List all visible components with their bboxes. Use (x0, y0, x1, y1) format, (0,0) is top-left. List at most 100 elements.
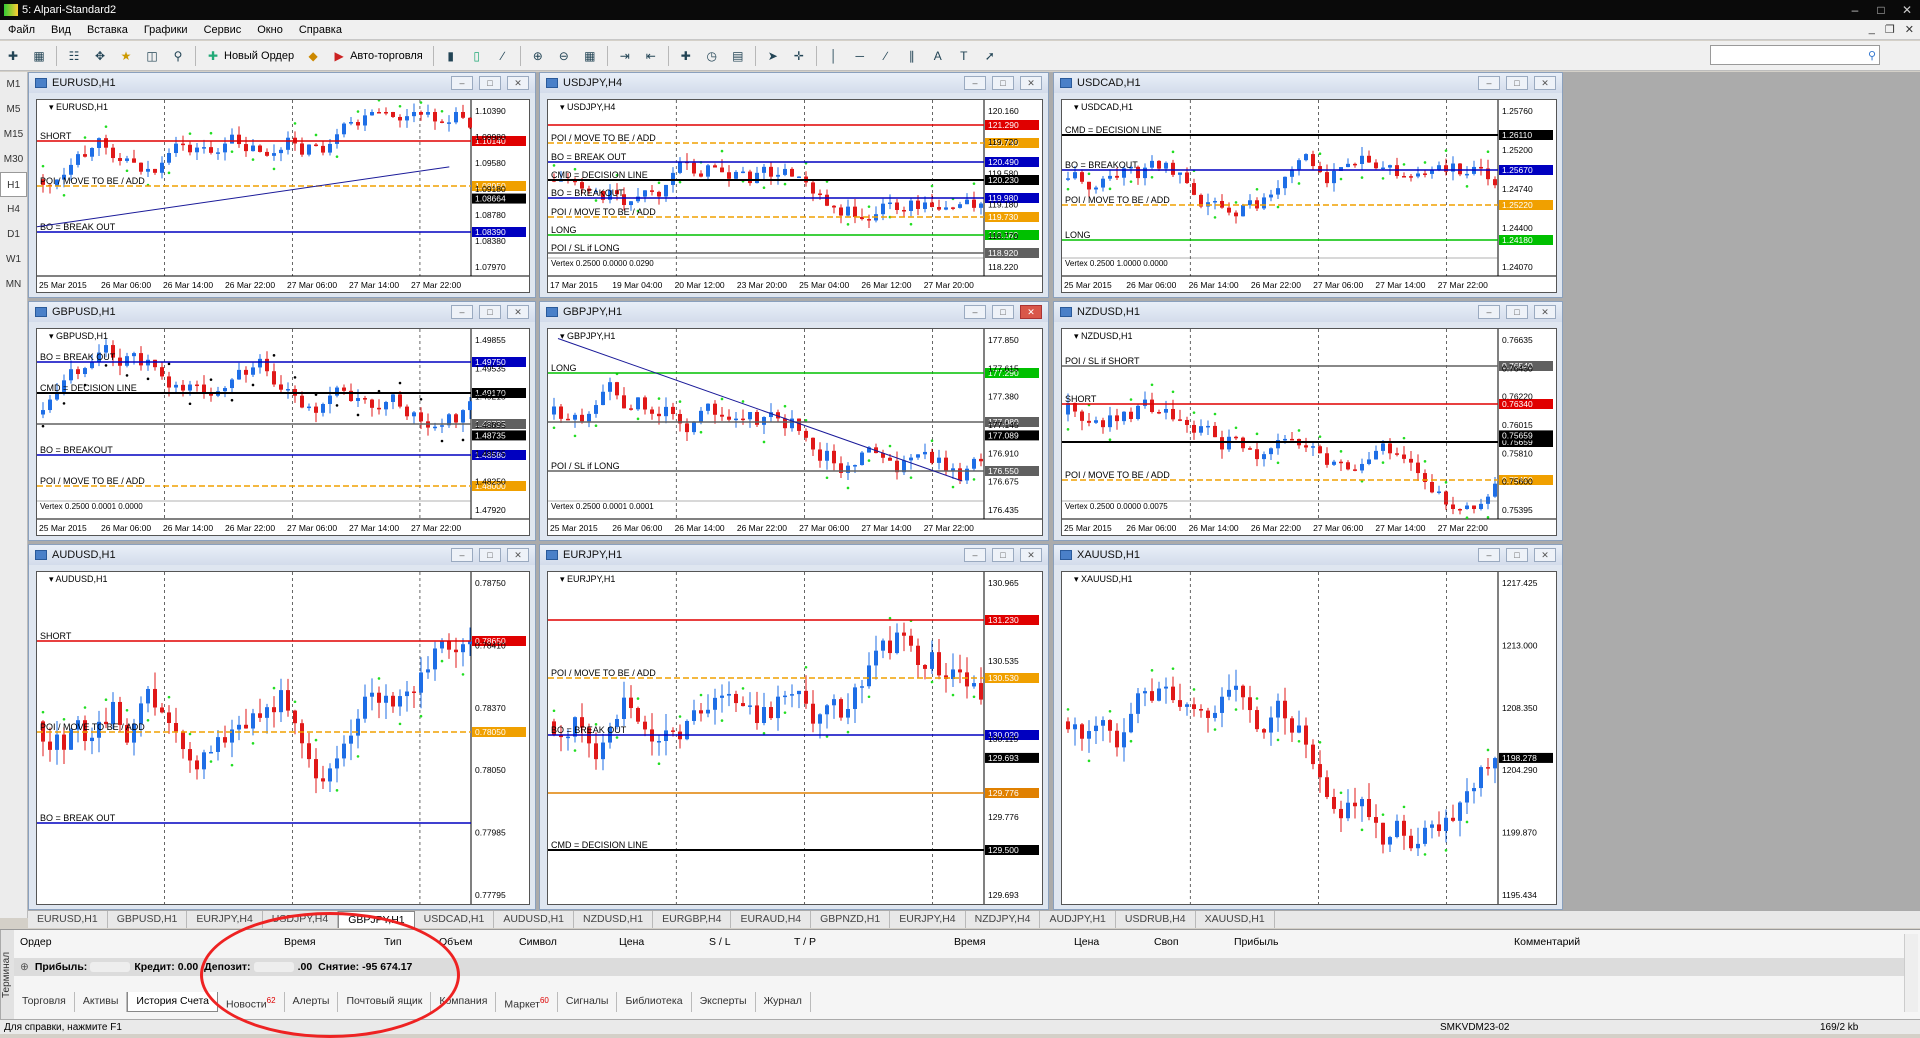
chart-tab-6[interactable]: AUDUSD,H1 (494, 911, 575, 928)
text-icon[interactable]: A (927, 45, 949, 67)
chart-close-button[interactable]: ✕ (1534, 305, 1556, 319)
crosshair-icon[interactable]: ✛ (788, 45, 810, 67)
terminal-column-5[interactable]: Цена (619, 936, 644, 948)
chart-minimize-button[interactable]: – (451, 76, 473, 90)
terminal-tab-9[interactable]: Библиотека (617, 992, 692, 1012)
terminal-column-10[interactable]: Своп (1154, 936, 1179, 948)
chart-minimize-button[interactable]: – (1478, 305, 1500, 319)
chart-window-0[interactable]: EURUSD,H1 – □ ✕ SHORT 1.10140 POI / MOVE TO BE… (28, 72, 536, 298)
terminal-tab-6[interactable]: Компания (431, 992, 497, 1012)
chart-maximize-button[interactable]: □ (992, 305, 1014, 319)
chart-minimize-button[interactable]: – (451, 305, 473, 319)
menu-item-5[interactable]: Окно (249, 24, 291, 36)
terminal-tab-10[interactable]: Эксперты (692, 992, 756, 1012)
chart-tab-1[interactable]: GBPUSD,H1 (108, 911, 188, 928)
chart-window-2[interactable]: USDCAD,H1 – □ ✕ CMD = DECISION LINE 1.26110 BO… (1053, 72, 1563, 298)
timeframe-m30[interactable]: M30 (0, 147, 27, 172)
menu-item-3[interactable]: Графики (136, 24, 196, 36)
profiles-icon[interactable]: ▦ (28, 45, 50, 67)
menu-item-0[interactable]: Файл (0, 24, 43, 36)
horizontal-line-icon[interactable]: ─ (849, 45, 871, 67)
cursor-icon[interactable]: ➤ (762, 45, 784, 67)
chart-window-1[interactable]: USDJPY,H4 – □ ✕ 121.290 POI / MOVE TO BE / AD… (539, 72, 1049, 298)
market-watch-icon[interactable]: ☷ (63, 45, 85, 67)
chart-maximize-button[interactable]: □ (1506, 305, 1528, 319)
chart-close-button[interactable]: ✕ (507, 76, 529, 90)
vertical-line-icon[interactable]: │ (823, 45, 845, 67)
terminal-column-8[interactable]: Время (954, 936, 986, 948)
chart-tab-8[interactable]: EURGBP,H4 (653, 911, 732, 928)
favorites-icon[interactable]: ★ (115, 45, 137, 67)
mdi-close-button[interactable]: ✕ (1905, 23, 1914, 36)
terminal-tab-11[interactable]: Журнал (756, 992, 811, 1012)
close-window-button[interactable]: ✕ (1894, 0, 1920, 20)
chart-close-button[interactable]: ✕ (1020, 305, 1042, 319)
chart-tab-0[interactable]: EURUSD,H1 (28, 911, 108, 928)
chart-window-3[interactable]: GBPUSD,H1 – □ ✕ BO = BREAK OUT 1.49750 CMD = D… (28, 301, 536, 541)
line-chart-icon[interactable]: ∕ (492, 45, 514, 67)
terminal-tab-3[interactable]: Новости62 (218, 992, 285, 1012)
chart-tab-5[interactable]: USDCAD,H1 (415, 911, 495, 928)
channel-icon[interactable]: ∥ (901, 45, 923, 67)
chart-window-5[interactable]: NZDUSD,H1 – □ ✕ POI / SL if SHORT 0.76540 SHOR… (1053, 301, 1563, 541)
menu-item-4[interactable]: Сервис (196, 24, 250, 36)
chart-tab-12[interactable]: NZDJPY,H4 (966, 911, 1041, 928)
candlestick-icon[interactable]: ▯ (466, 45, 488, 67)
menu-item-2[interactable]: Вставка (79, 24, 136, 36)
chart-tab-9[interactable]: EURAUD,H4 (731, 911, 812, 928)
timeframe-h1[interactable]: H1 (0, 172, 27, 197)
chart-maximize-button[interactable]: □ (479, 76, 501, 90)
arrows-icon[interactable]: ➚ (979, 45, 1001, 67)
chart-window-7[interactable]: EURJPY,H1 – □ ✕ 131.230 POI / MOVE TO BE / AD… (539, 544, 1049, 910)
terminal-column-0[interactable]: Ордер (20, 936, 52, 948)
terminal-tab-2[interactable]: История Счета (127, 992, 218, 1012)
chart-close-button[interactable]: ✕ (507, 305, 529, 319)
chart-maximize-button[interactable]: □ (1506, 548, 1528, 562)
bar-chart-icon[interactable]: ▮ (440, 45, 462, 67)
chart-tab-11[interactable]: EURJPY,H4 (890, 911, 966, 928)
timeframe-mn[interactable]: MN (0, 272, 27, 297)
menu-item-1[interactable]: Вид (43, 24, 79, 36)
chart-tab-3[interactable]: USDJPY,H4 (263, 911, 339, 928)
zoom-in-icon[interactable]: ⊕ (527, 45, 549, 67)
chart-plot[interactable]: BO = BREAK OUT 1.49750 CMD = DECISION LINE… (36, 328, 530, 536)
chart-tab-10[interactable]: GBPNZD,H1 (811, 911, 891, 928)
chart-minimize-button[interactable]: – (964, 305, 986, 319)
navigator-icon[interactable]: ✥ (89, 45, 111, 67)
chart-maximize-button[interactable]: □ (479, 305, 501, 319)
terminal-column-4[interactable]: Символ (519, 936, 557, 948)
terminal-column-6[interactable]: S / L (709, 936, 731, 948)
autoscroll-icon[interactable]: ⇥ (614, 45, 636, 67)
terminal-column-9[interactable]: Цена (1074, 936, 1099, 948)
chart-tab-13[interactable]: AUDJPY,H1 (1040, 911, 1116, 928)
chart-tab-4[interactable]: GBPJPY,H1 (338, 911, 415, 928)
terminal-tab-0[interactable]: Торговля (14, 992, 75, 1012)
chart-maximize-button[interactable]: □ (992, 76, 1014, 90)
zoom-out-icon[interactable]: ⊖ (553, 45, 575, 67)
search-input[interactable]: ⚲ (1710, 45, 1880, 65)
chart-plot[interactable]: LONG 177.290 177.089 POI / SL if LONG 176.55… (547, 328, 1043, 536)
terminal-tab-5[interactable]: Почтовый ящик (338, 992, 432, 1012)
indicators-icon[interactable]: ✚ (675, 45, 697, 67)
chart-maximize-button[interactable]: □ (479, 548, 501, 562)
strategy-tester-icon[interactable]: ⚲ (167, 45, 189, 67)
chart-close-button[interactable]: ✕ (1534, 76, 1556, 90)
chart-close-button[interactable]: ✕ (1020, 76, 1042, 90)
chart-plot[interactable]: 121.290 POI / MOVE TO BE / ADD 120.740 BO =… (547, 99, 1043, 293)
auto-trading-button[interactable]: ▶ Авто-торговля (326, 45, 429, 67)
chart-close-button[interactable]: ✕ (1020, 548, 1042, 562)
trendline-icon[interactable]: ∕ (875, 45, 897, 67)
terminal-column-12[interactable]: Комментарий (1514, 936, 1580, 948)
mdi-restore-button[interactable]: ❐ (1885, 23, 1895, 36)
data-window-icon[interactable]: ◫ (141, 45, 163, 67)
new-chart-icon[interactable]: ✚ (2, 45, 24, 67)
tile-windows-icon[interactable]: ▦ (579, 45, 601, 67)
mdi-minimize-button[interactable]: _ (1869, 23, 1875, 36)
chart-plot[interactable]: SHORT 1.10140 POI / MOVE TO BE / ADD 1.0895… (36, 99, 530, 293)
terminal-tab-1[interactable]: Активы (75, 992, 128, 1012)
templates-icon[interactable]: ▤ (727, 45, 749, 67)
terminal-tab-7[interactable]: Маркет60 (496, 992, 558, 1012)
chart-tab-7[interactable]: NZDUSD,H1 (574, 911, 654, 928)
chart-window-6[interactable]: AUDUSD,H1 – □ ✕ SHORT 0.78650 POI / MOVE TO BE… (28, 544, 536, 910)
chart-close-button[interactable]: ✕ (1534, 548, 1556, 562)
